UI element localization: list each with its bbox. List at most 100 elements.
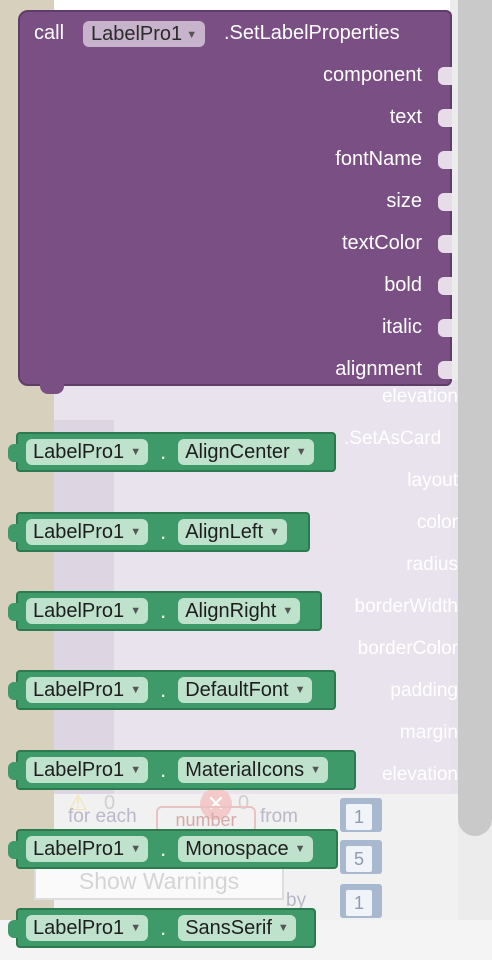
for-each-label: for each	[68, 806, 137, 827]
ghost-setascard-method: .SetAsCard	[344, 428, 442, 449]
property-separator: .	[160, 757, 167, 782]
property-dropdown-label: Monospace	[185, 838, 289, 860]
property-dropdown-label: AlignRight	[185, 600, 277, 622]
output-connector	[8, 682, 18, 700]
component-dropdown-label: LabelPro1	[33, 600, 125, 622]
property-dropdown[interactable]: Monospace ▼	[178, 836, 313, 862]
param-socket[interactable]	[438, 193, 452, 211]
component-dropdown-label: LabelPro1	[33, 759, 125, 781]
property-dropdown[interactable]: AlignCenter ▼	[178, 439, 314, 465]
dropdown-arrow-icon: ▼	[130, 764, 142, 776]
param-label: text	[389, 106, 422, 128]
property-separator: .	[160, 598, 167, 623]
param-label: italic	[381, 316, 422, 338]
property-dropdown-label: DefaultFont	[185, 679, 289, 701]
property-dropdown[interactable]: DefaultFont ▼	[178, 677, 313, 703]
block-next-connector	[40, 384, 64, 394]
property-separator: .	[160, 519, 167, 544]
ghost-param: color	[416, 512, 458, 533]
dropdown-arrow-icon: ▼	[277, 922, 289, 934]
output-connector	[8, 841, 18, 859]
property-dropdown[interactable]: SansSerif ▼	[178, 915, 296, 941]
sans-serif-block[interactable]: LabelPro1 ▼ . SansSerif ▼	[8, 908, 316, 948]
component-dropdown[interactable]: LabelPro1 ▼	[26, 836, 149, 862]
dropdown-arrow-icon: ▼	[294, 684, 306, 696]
param-socket[interactable]	[438, 67, 452, 85]
ghost-param: borderColor	[357, 638, 458, 659]
param-socket[interactable]	[438, 109, 452, 127]
param-label: component	[323, 64, 422, 86]
material-icons-block[interactable]: LabelPro1 ▼ . MaterialIcons ▼	[8, 750, 356, 790]
output-connector	[8, 444, 18, 462]
component-dropdown-label: LabelPro1	[33, 441, 125, 463]
output-connector	[8, 920, 18, 938]
property-separator: .	[160, 915, 167, 940]
property-dropdown[interactable]: AlignRight ▼	[178, 598, 301, 624]
param-socket[interactable]	[438, 151, 452, 169]
dropdown-arrow-icon: ▼	[186, 28, 198, 41]
workspace-scrollbar[interactable]	[458, 0, 492, 836]
property-separator: .	[160, 836, 167, 861]
dropdown-arrow-icon: ▼	[130, 446, 142, 458]
param-label: fontName	[335, 148, 422, 170]
property-separator: .	[160, 439, 167, 464]
default-font-block[interactable]: LabelPro1 ▼ . DefaultFont ▼	[8, 670, 336, 710]
component-dropdown[interactable]: LabelPro1 ▼	[26, 598, 149, 624]
param-label: size	[386, 190, 422, 212]
dropdown-arrow-icon: ▼	[282, 605, 294, 617]
ghost-param: padding	[390, 680, 458, 701]
component-dropdown[interactable]: LabelPro1 ▼	[26, 519, 149, 545]
component-dropdown-label: LabelPro1	[33, 521, 125, 543]
from-value[interactable]: 1	[346, 804, 372, 830]
component-dropdown-label: LabelPro1	[33, 838, 125, 860]
align-left-block[interactable]: LabelPro1 ▼ . AlignLeft ▼	[8, 512, 310, 552]
property-dropdown[interactable]: MaterialIcons ▼	[178, 757, 329, 783]
dropdown-arrow-icon: ▼	[130, 922, 142, 934]
by-value[interactable]: 1	[346, 890, 372, 916]
dropdown-arrow-icon: ▼	[294, 843, 306, 855]
monospace-block[interactable]: LabelPro1 ▼ . Monospace ▼	[8, 829, 338, 869]
ghost-param: borderWidth	[354, 596, 459, 617]
align-center-block[interactable]: LabelPro1 ▼ . AlignCenter ▼	[8, 432, 336, 472]
output-connector	[8, 603, 18, 621]
property-dropdown-label: SansSerif	[185, 917, 272, 939]
align-right-block[interactable]: LabelPro1 ▼ . AlignRight ▼	[8, 591, 322, 631]
param-socket[interactable]	[438, 361, 452, 379]
ghost-param: elevation	[381, 764, 458, 785]
dropdown-arrow-icon: ▼	[269, 526, 280, 538]
dropdown-arrow-icon: ▼	[310, 764, 322, 776]
call-keyword: call	[34, 22, 65, 44]
set-label-properties-block[interactable]: call LabelPro1 ▼ .SetLabelProperties comp…	[18, 10, 452, 386]
ghost-param: margin	[399, 722, 458, 743]
param-socket[interactable]	[438, 319, 452, 337]
component-dropdown[interactable]: LabelPro1 ▼	[26, 439, 149, 465]
param-label: textColor	[341, 232, 422, 254]
param-label: alignment	[335, 358, 422, 380]
ghost-param: elevation	[381, 386, 458, 407]
property-dropdown-label: AlignLeft	[185, 521, 264, 543]
property-dropdown-label: AlignCenter	[185, 441, 290, 463]
dropdown-arrow-icon: ▼	[295, 446, 307, 458]
component-dropdown-label: LabelPro1	[91, 23, 183, 45]
component-dropdown[interactable]: LabelPro1 ▼	[83, 21, 206, 47]
property-dropdown[interactable]: AlignLeft ▼	[178, 519, 287, 545]
property-dropdown-label: MaterialIcons	[185, 759, 305, 781]
method-name: .SetLabelProperties	[224, 22, 400, 44]
dropdown-arrow-icon: ▼	[130, 684, 142, 696]
component-dropdown[interactable]: LabelPro1 ▼	[26, 757, 149, 783]
to-value[interactable]: 5	[346, 846, 372, 872]
component-dropdown[interactable]: LabelPro1 ▼	[26, 915, 149, 941]
dropdown-arrow-icon: ▼	[130, 526, 142, 538]
dropdown-arrow-icon: ▼	[130, 843, 142, 855]
param-socket[interactable]	[438, 235, 452, 253]
ghost-param: layout	[407, 470, 458, 491]
from-label: from	[260, 806, 298, 827]
property-separator: .	[160, 677, 167, 702]
ghost-param: radius	[406, 554, 458, 575]
param-socket[interactable]	[438, 277, 452, 295]
output-connector	[8, 762, 18, 780]
dropdown-arrow-icon: ▼	[130, 605, 142, 617]
component-dropdown[interactable]: LabelPro1 ▼	[26, 677, 149, 703]
component-dropdown-label: LabelPro1	[33, 917, 125, 939]
param-label: bold	[384, 274, 422, 296]
